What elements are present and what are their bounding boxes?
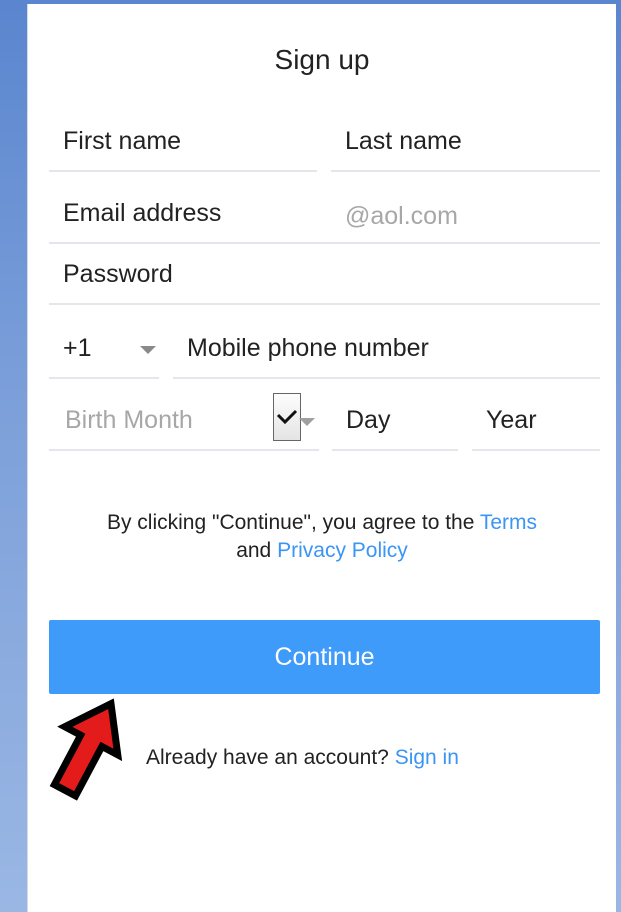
mobile-phone-label: Mobile phone number (187, 334, 429, 362)
continue-button-label: Continue (274, 642, 375, 671)
last-name-field[interactable]: Last name (331, 100, 600, 172)
last-name-label: Last name (345, 127, 462, 155)
month-dropdown-button[interactable] (273, 393, 301, 441)
caret-down-icon (299, 418, 315, 426)
email-label: Email address (63, 199, 222, 227)
terms-link[interactable]: Terms (480, 511, 537, 534)
mobile-phone-field[interactable]: Mobile phone number (173, 307, 600, 379)
continue-button[interactable]: Continue (49, 620, 600, 694)
first-name-field[interactable]: First name (49, 100, 317, 172)
account-prompt-text: Already have an account? (146, 746, 389, 769)
country-code-select[interactable]: +1 (49, 307, 159, 379)
terms-line-2: and Privacy Policy (28, 537, 616, 565)
privacy-policy-link[interactable]: Privacy Policy (277, 539, 408, 562)
terms-line-1: By clicking "Continue", you agree to the… (28, 509, 616, 537)
year-field[interactable]: Year (472, 379, 600, 451)
terms-notice: By clicking "Continue", you agree to the… (28, 509, 616, 565)
caret-down-icon (140, 346, 156, 354)
chevron-down-icon (276, 409, 298, 425)
terms-and: and (236, 539, 272, 562)
terms-prefix: By clicking "Continue", you agree to the (106, 511, 475, 534)
arrow-pointer-icon (49, 698, 123, 801)
password-label: Password (63, 260, 173, 288)
signup-panel: Sign up First name Last name Email addre… (27, 4, 616, 912)
page-title: Sign up (274, 44, 370, 75)
first-name-label: First name (63, 127, 182, 155)
day-field[interactable]: Day (332, 379, 458, 451)
email-domain-placeholder: @aol.com (345, 202, 458, 230)
year-label: Year (486, 406, 537, 434)
sign-in-prompt: Already have an account? Sign in (146, 746, 459, 770)
country-code-value: +1 (63, 334, 92, 362)
day-label: Day (346, 406, 391, 434)
birth-month-placeholder: Birth Month (65, 406, 193, 434)
email-field[interactable]: Email address @aol.com (49, 172, 600, 244)
birth-month-select[interactable]: Birth Month (49, 379, 319, 451)
sign-in-link[interactable]: Sign in (395, 746, 459, 769)
password-field[interactable]: Password (49, 244, 600, 305)
